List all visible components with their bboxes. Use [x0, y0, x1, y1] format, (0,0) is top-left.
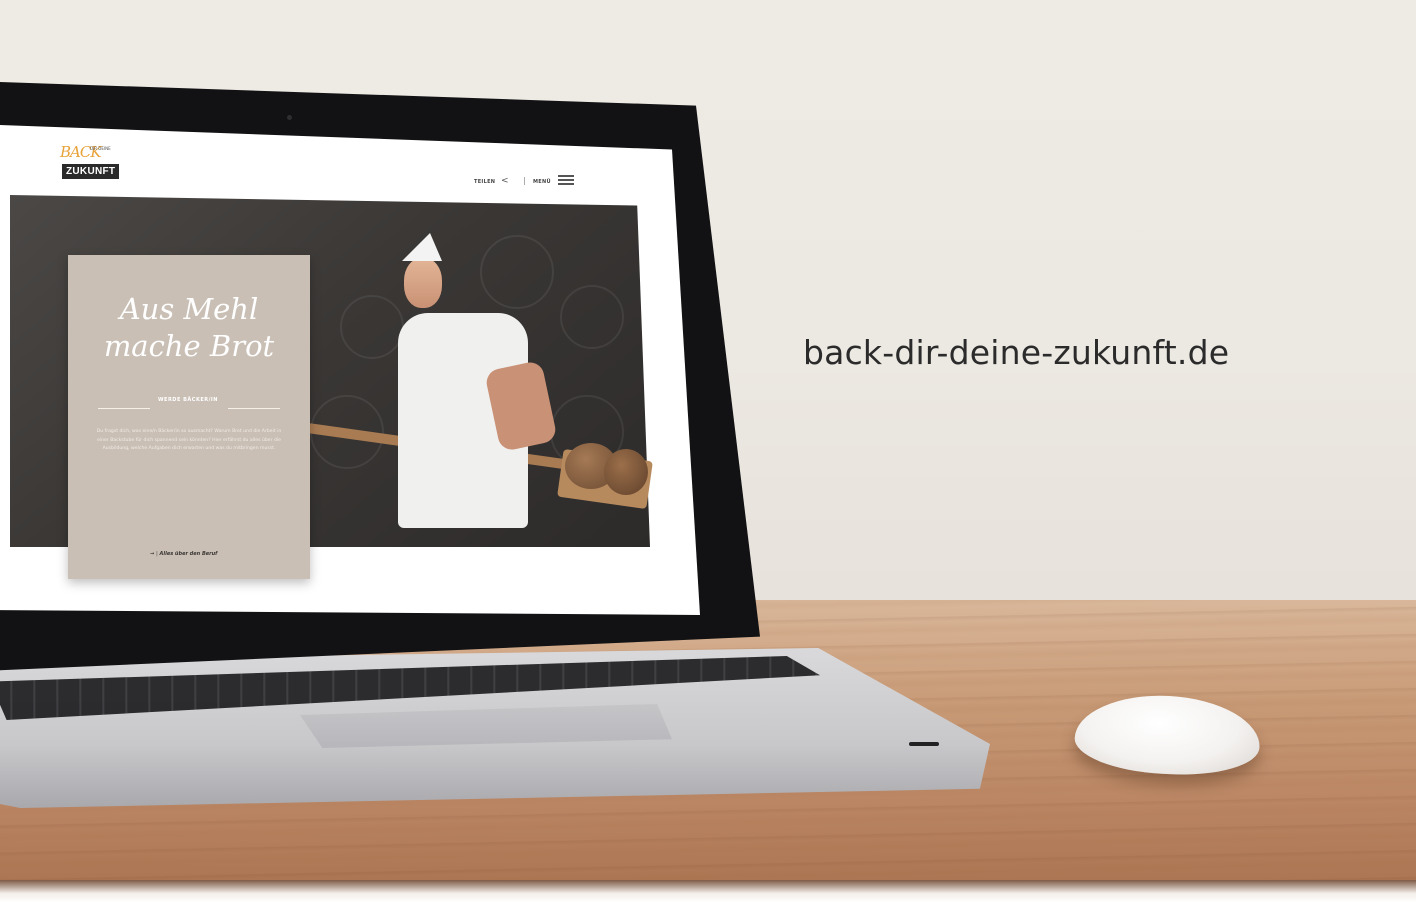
logo-zukunft-text: ZUKUNFT [62, 164, 120, 179]
laptop-screen: BACK DIR DEINE ZUKUNFT TEILEN < | MENÜ A… [0, 125, 700, 615]
desk-edge [0, 880, 1416, 902]
logo-small-text: DIR DEINE [90, 146, 111, 151]
cta-link[interactable]: → | Alles über den Beruf [150, 551, 217, 557]
bread-doodle [340, 295, 404, 359]
hero-label: WERDE BÄCKER/IN [158, 397, 218, 403]
baker-head [404, 258, 442, 308]
share-link[interactable]: TEILEN [474, 179, 495, 185]
hamburger-icon[interactable] [558, 173, 574, 187]
website-url-caption: back-dir-deine-zukunft.de [803, 333, 1230, 372]
nav-divider: | [523, 176, 526, 185]
site-logo[interactable]: BACK DIR DEINE ZUKUNFT [60, 143, 124, 185]
hero-body-text: Du fragst dich, was eine/n Bäcker/in so … [96, 429, 282, 451]
status-light [909, 742, 939, 746]
bread-loaf [604, 449, 648, 495]
hero-info-card: Aus Mehl mache Brot WERDE BÄCKER/IN Du f… [68, 255, 310, 579]
bread-doodle [480, 235, 554, 309]
arrow-right-icon: → [150, 551, 155, 557]
bread-doodle [560, 285, 624, 349]
divider [228, 408, 280, 409]
webcam-icon [287, 115, 292, 120]
divider [98, 408, 150, 409]
cta-label: Alles über den Beruf [159, 551, 218, 557]
menu-link[interactable]: MENÜ [533, 179, 551, 185]
share-icon[interactable]: < [501, 176, 509, 186]
hero-headline: Aus Mehl mache Brot [103, 292, 275, 363]
